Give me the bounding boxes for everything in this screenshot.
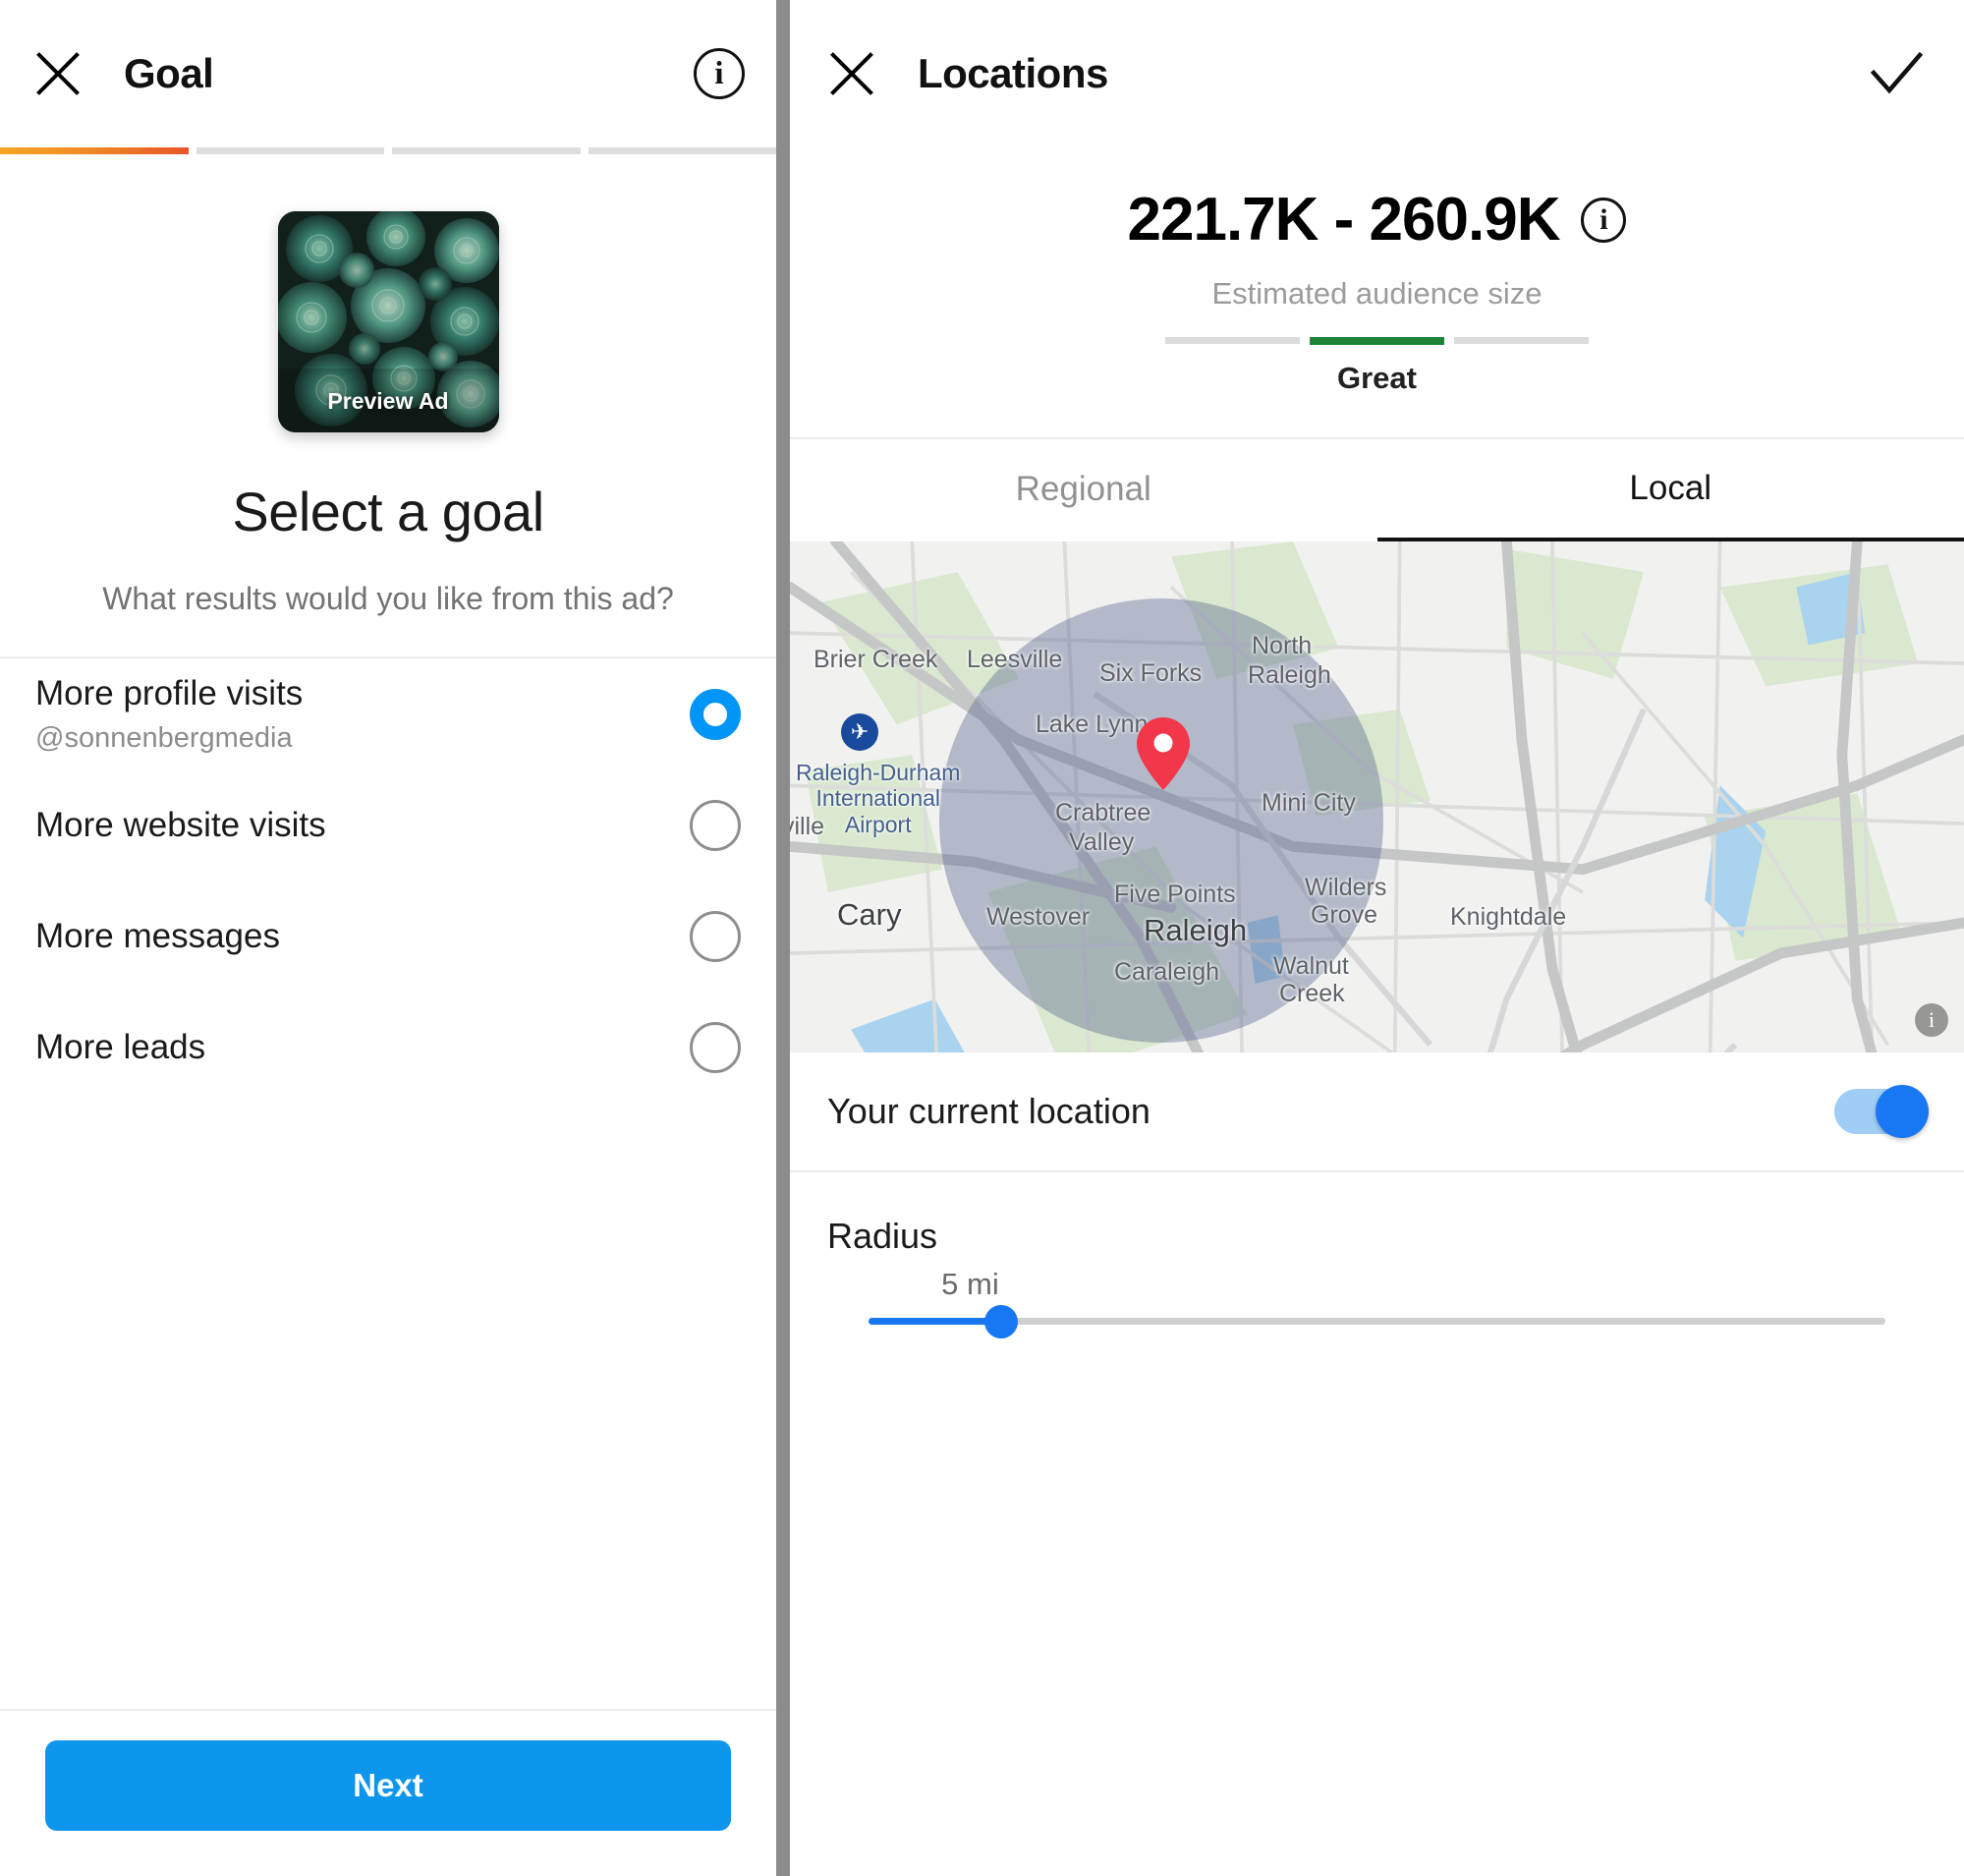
- quality-segment-broad: [1454, 337, 1590, 344]
- radio-button[interactable]: [690, 1021, 741, 1073]
- current-location-row[interactable]: Your current location: [790, 1052, 1964, 1172]
- preview-ad-wrapper: Preview Ad: [0, 211, 776, 432]
- page-title: Goal: [124, 50, 214, 96]
- close-icon[interactable]: [825, 47, 878, 100]
- map-info-badge-icon[interactable]: i: [1915, 1003, 1948, 1037]
- locations-nav-bar: Locations: [790, 0, 1964, 147]
- goal-body: Preview Ad Select a goal What results wo…: [0, 155, 776, 1876]
- tab-regional[interactable]: Regional: [790, 439, 1377, 541]
- radius-slider-area: 5 mi: [827, 1267, 1927, 1338]
- radio-button[interactable]: [690, 910, 741, 962]
- radius-section: Radius 5 mi: [790, 1172, 1964, 1338]
- audience-estimate: 221.7K - 260.9K i Estimated audience siz…: [790, 147, 1964, 396]
- option-title: More messages: [35, 916, 280, 955]
- airplane-icon: ✈: [841, 713, 878, 751]
- radio-button[interactable]: [690, 799, 741, 851]
- toggle-knob: [1876, 1085, 1929, 1138]
- dual-screen-container: Goal i Preview Ad Select a goal What res…: [0, 0, 1964, 1876]
- option-subtitle: @sonnenbergmedia: [35, 721, 293, 754]
- goal-option-more-leads[interactable]: More leads: [0, 992, 776, 1103]
- current-location-toggle[interactable]: [1834, 1085, 1929, 1138]
- goal-footer: Next: [0, 1709, 776, 1876]
- map-canvas: [790, 541, 1964, 1052]
- goal-subheading: What results would you like from this ad…: [102, 581, 674, 616]
- progress-segment-1: [0, 147, 189, 154]
- option-texts: More leads: [35, 1028, 690, 1067]
- close-icon[interactable]: [31, 47, 84, 100]
- goal-heading: Select a goal: [232, 481, 544, 542]
- goal-nav-bar: Goal i: [0, 0, 776, 147]
- radius-slider-track[interactable]: [869, 1304, 1885, 1338]
- option-title: More profile visits: [35, 673, 304, 712]
- quality-segment-great: [1309, 337, 1445, 345]
- location-tabs: Regional Local: [790, 437, 1964, 541]
- audience-size-row: 221.7K - 260.9K i: [1128, 185, 1627, 255]
- radius-slider-fill: [869, 1318, 1001, 1325]
- locations-screen: Locations 221.7K - 260.9K i Estimated au…: [790, 0, 1964, 1876]
- audience-size-caption: Estimated audience size: [1211, 276, 1543, 311]
- audience-size-value: 221.7K - 260.9K: [1127, 186, 1561, 254]
- current-location-label: Your current location: [827, 1091, 1150, 1131]
- progress-segment-3: [392, 147, 581, 154]
- screen-divider: [776, 0, 790, 1876]
- preview-ad-label: Preview Ad: [327, 388, 449, 414]
- info-icon[interactable]: i: [1581, 197, 1627, 243]
- tab-local[interactable]: Local: [1376, 439, 1964, 541]
- radius-label: Radius: [827, 1216, 938, 1256]
- next-button[interactable]: Next: [45, 1740, 731, 1831]
- page-title: Locations: [918, 50, 1108, 96]
- info-icon[interactable]: i: [694, 48, 745, 99]
- radius-value: 5 mi: [941, 1267, 999, 1301]
- option-title: More website visits: [35, 805, 326, 844]
- audience-quality-label: Great: [1337, 361, 1417, 395]
- goal-screen: Goal i Preview Ad Select a goal What res…: [0, 0, 776, 1876]
- radius-slider-thumb[interactable]: [983, 1304, 1018, 1338]
- option-title: More leads: [35, 1027, 206, 1066]
- progress-segment-2: [196, 147, 384, 154]
- audience-quality-bar: [1164, 337, 1590, 345]
- map-view[interactable]: ✈ Raleigh-Durham International Airport Bri…: [790, 541, 1964, 1052]
- option-texts: More messages: [35, 917, 690, 956]
- radio-button-selected[interactable]: [690, 688, 741, 740]
- goal-option-more-profile-visits[interactable]: More profile visits @sonnenbergmedia: [0, 658, 776, 769]
- step-progress-bar: [0, 147, 776, 155]
- progress-segment-4: [588, 147, 776, 154]
- quality-segment-low: [1164, 337, 1300, 344]
- goal-option-more-messages[interactable]: More messages: [0, 881, 776, 992]
- option-texts: More website visits: [35, 806, 690, 845]
- check-icon[interactable]: [1866, 43, 1927, 104]
- preview-ad-thumbnail[interactable]: Preview Ad: [277, 211, 499, 432]
- goal-option-more-website-visits[interactable]: More website visits: [0, 769, 776, 881]
- option-texts: More profile visits @sonnenbergmedia: [35, 674, 690, 755]
